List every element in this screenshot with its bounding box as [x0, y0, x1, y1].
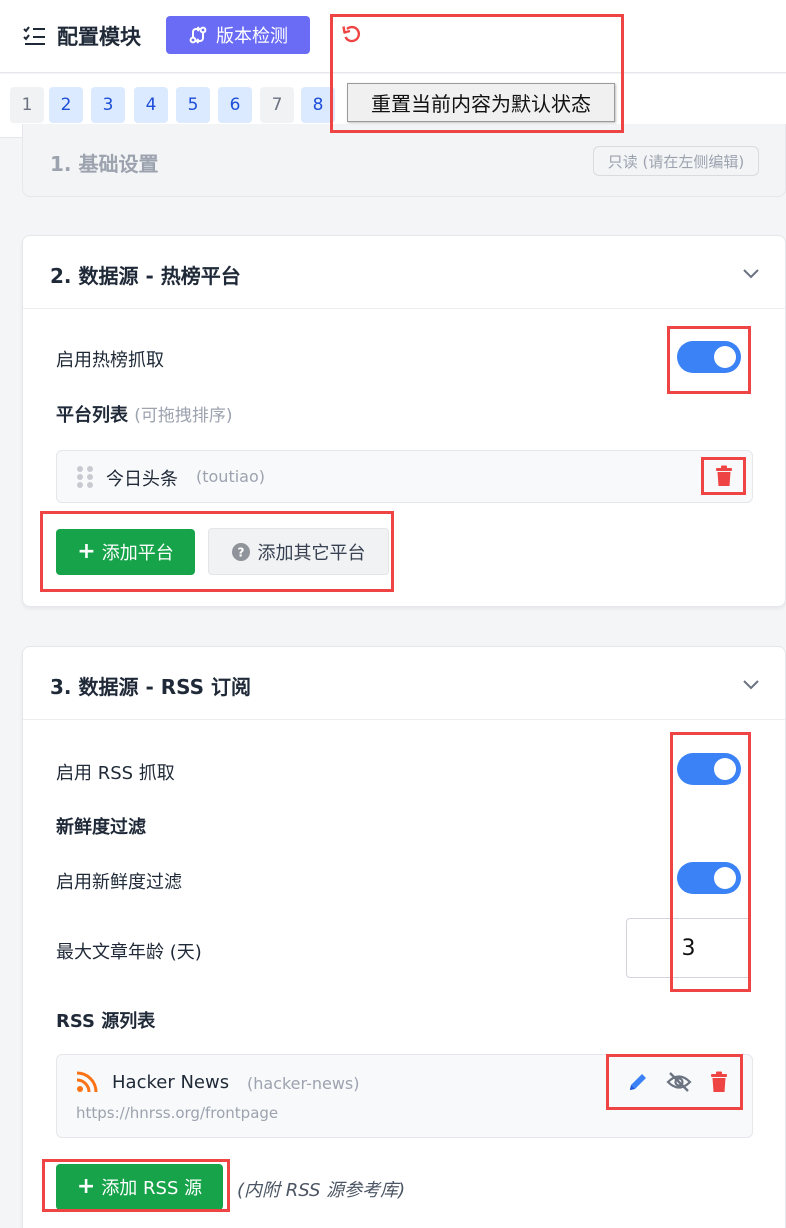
- page-button-1[interactable]: 1: [10, 87, 44, 123]
- section-header[interactable]: 3. 数据源 - RSS 订阅: [23, 647, 785, 720]
- freshness-enable-label: 启用新鲜度过滤: [56, 872, 182, 893]
- reset-icon[interactable]: [341, 24, 363, 46]
- section-title: 1. 基础设置: [50, 152, 159, 176]
- max-age-input[interactable]: [626, 918, 751, 978]
- enable-rss-toggle[interactable]: [677, 753, 741, 785]
- version-check-label: 版本检测: [216, 26, 288, 47]
- top-bar: 配置模块 版本检测: [0, 0, 786, 73]
- readonly-badge: 只读 (请在左侧编辑): [593, 146, 759, 176]
- freshness-title: 新鲜度过滤: [56, 817, 146, 838]
- version-check-button[interactable]: 版本检测: [166, 16, 310, 54]
- section-rss: 3. 数据源 - RSS 订阅 启用 RSS 抓取 新鲜度过滤 启用新鲜度过滤 …: [22, 646, 786, 1228]
- section-title: 2. 数据源 - 热榜平台: [50, 264, 241, 288]
- git-compare-icon: [189, 26, 207, 44]
- section-title: 3. 数据源 - RSS 订阅: [50, 675, 251, 699]
- platform-id: (toutiao): [196, 467, 265, 486]
- edit-pencil-icon[interactable]: [627, 1071, 649, 1093]
- page-title: 配置模块: [57, 25, 141, 49]
- plus-icon: +: [77, 539, 96, 564]
- page-button-6[interactable]: 6: [218, 87, 252, 123]
- add-platform-label: 添加平台: [101, 543, 174, 564]
- list-menu-icon[interactable]: [22, 25, 46, 47]
- trash-icon[interactable]: [710, 1071, 728, 1093]
- page-button-8[interactable]: 8: [301, 87, 335, 123]
- reset-tooltip: 重置当前内容为默认状态: [347, 83, 615, 122]
- feed-id: (hacker-news): [247, 1074, 360, 1093]
- add-rss-button[interactable]: + 添加 RSS 源: [56, 1164, 223, 1210]
- drag-handle-icon[interactable]: [76, 465, 94, 489]
- platform-item[interactable]: 今日头条 (toutiao): [56, 450, 753, 503]
- rss-library-hint: (内附 RSS 源参考库): [237, 1180, 406, 1201]
- freshness-enable-toggle[interactable]: [677, 862, 741, 894]
- enable-rss-label: 启用 RSS 抓取: [56, 763, 175, 784]
- chevron-down-icon[interactable]: [741, 263, 761, 283]
- page-button-3[interactable]: 3: [91, 87, 125, 123]
- platform-list-label: 平台列表 (可拖拽排序): [56, 401, 233, 427]
- section-hot-platforms: 2. 数据源 - 热榜平台 启用热榜抓取 平台列表 (可拖拽排序) 今日头条 (…: [22, 235, 786, 607]
- rss-icon: [76, 1071, 98, 1093]
- feed-name: Hacker News: [112, 1072, 230, 1093]
- page-button-2[interactable]: 2: [49, 87, 83, 123]
- rss-list-label: RSS 源列表: [56, 1011, 156, 1032]
- platform-name: 今日头条: [106, 469, 178, 490]
- feed-url: https://hnrss.org/frontpage: [76, 1104, 279, 1122]
- eye-off-icon[interactable]: [666, 1071, 692, 1093]
- trash-icon[interactable]: [715, 465, 733, 487]
- add-other-platform-label: 添加其它平台: [257, 542, 366, 564]
- enable-hot-toggle[interactable]: [677, 341, 741, 373]
- svg-text:?: ?: [237, 545, 244, 559]
- rss-feed-item[interactable]: Hacker News (hacker-news) https://hnrss.…: [56, 1054, 753, 1138]
- plus-icon: +: [76, 1174, 96, 1199]
- page-button-5[interactable]: 5: [176, 87, 210, 123]
- platform-list-title: 平台列表: [56, 405, 128, 426]
- page-button-4[interactable]: 4: [134, 87, 168, 123]
- add-other-platform-button[interactable]: ? 添加其它平台: [208, 528, 389, 575]
- chevron-down-icon[interactable]: [741, 674, 761, 694]
- max-age-label: 最大文章年龄 (天): [56, 942, 202, 963]
- add-platform-button[interactable]: + 添加平台: [56, 529, 195, 575]
- page-button-7[interactable]: 7: [260, 87, 294, 123]
- platform-list-hint: (可拖拽排序): [134, 406, 233, 426]
- question-circle-icon: ?: [231, 542, 250, 561]
- section-header[interactable]: 2. 数据源 - 热榜平台: [23, 236, 785, 309]
- enable-hot-label: 启用热榜抓取: [56, 350, 164, 371]
- add-rss-label: 添加 RSS 源: [101, 1178, 203, 1199]
- section-basic-settings: 1. 基础设置 只读 (请在左侧编辑): [22, 124, 786, 197]
